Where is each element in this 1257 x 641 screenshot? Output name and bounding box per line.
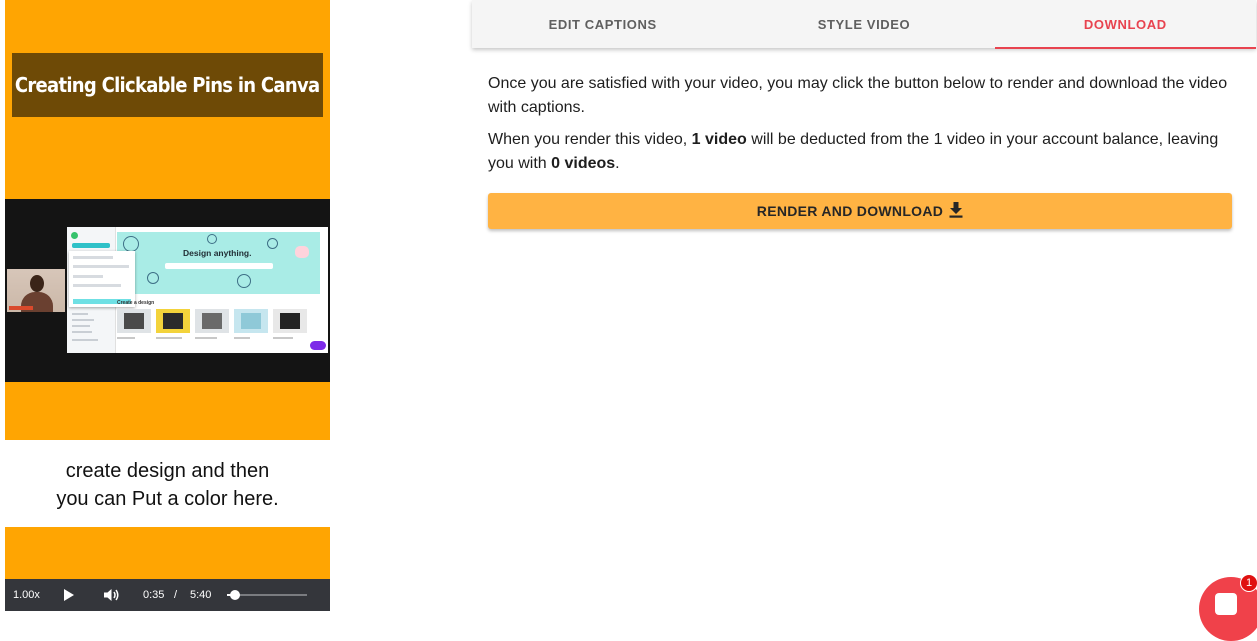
playback-speed-button[interactable]: 1.00x [13,579,40,611]
thumbnail-caption [117,337,135,339]
canva-section-heading: Create a design [117,300,155,306]
deduction-amount: 1 video [691,131,747,148]
canva-search-bar [165,263,273,269]
presenter-head [30,275,44,292]
canva-thumbnail [234,309,268,333]
canva-dropdown-menu [69,251,135,307]
webcam-overlay [7,269,65,312]
canva-sidebar-line [72,331,92,333]
tab-edit-captions[interactable]: EDIT CAPTIONS [472,0,733,48]
tab-style-video[interactable]: STYLE VIDEO [733,0,994,48]
canva-help-badge [310,341,326,350]
canva-hero-banner: Design anything. [117,232,320,294]
chat-icon [1215,593,1237,615]
video-frame-footer [5,527,330,579]
canva-sidebar-line [72,319,94,321]
render-button-label: RENDER AND DOWNLOAD [756,203,944,219]
remaining-balance: 0 videos [551,155,616,172]
video-frame-bottom [5,382,330,440]
download-intro-text: Once you are satisfied with your video, … [488,75,1228,116]
play-icon[interactable] [61,579,77,611]
canva-thumbnail [273,309,307,333]
video-frame-top: Creating Clickable Pins in Canva [5,0,330,199]
menu-line [73,284,121,287]
deduction-prefix: When you render this video, [488,131,692,148]
banner-decoration [267,238,278,249]
volume-icon[interactable] [103,579,121,611]
thumbnail-caption [234,337,250,339]
tab-bar: EDIT CAPTIONS STYLE VIDEO DOWNLOAD [472,0,1257,49]
download-icon [949,201,963,221]
canva-sidebar-line [72,325,90,327]
canva-avatar [71,232,78,239]
menu-line [73,275,103,278]
current-time: 0:35 [143,589,165,601]
caption-line-2: you can Put a color here. [56,487,279,510]
canva-sidebar-line [72,313,88,315]
tab-download[interactable]: DOWNLOAD [994,0,1257,49]
video-screen-recording: Design anything. Create a design [5,199,330,382]
thumbnail-caption [156,337,182,339]
menu-line [73,265,129,268]
banner-decoration [237,274,251,288]
thumbnail-caption [195,337,217,339]
video-controls: 1.00x 0:35 / 5:40 [5,579,330,611]
banner-decoration [207,234,217,244]
heart-icon [295,246,309,258]
chat-notification-badge: 1 [1240,574,1257,592]
canva-create-button [72,243,110,248]
deduction-suffix: . [615,155,620,172]
caption-preview: create design and then you can Put a col… [5,440,330,527]
banner-decoration [147,272,159,284]
render-and-download-button[interactable]: RENDER AND DOWNLOAD [488,193,1232,229]
seek-handle[interactable] [230,590,241,600]
canva-thumbnail [117,309,151,333]
video-preview: Creating Clickable Pins in Canva Design … [5,0,330,611]
canva-sidebar-line [72,339,98,341]
download-panel: Once you are satisfied with your video, … [488,72,1248,184]
canva-screenshot: Design anything. Create a design [67,227,328,353]
canva-banner-heading: Design anything. [183,248,252,258]
canva-thumbnail [156,309,190,333]
webcam-name-tag [9,306,33,310]
canva-thumbnail [195,309,229,333]
thumbnail-caption [273,337,293,339]
balance-deduction-text: When you render this video, 1 video will… [488,128,1248,176]
banner-decoration [123,236,139,252]
video-title-box: Creating Clickable Pins in Canva [12,53,323,117]
video-title: Creating Clickable Pins in Canva [15,73,320,97]
seek-bar[interactable] [227,579,307,611]
menu-line [73,256,113,259]
duration: 5:40 [190,589,212,601]
caption-line-1: create design and then [65,459,270,482]
time-separator: / [174,589,178,601]
